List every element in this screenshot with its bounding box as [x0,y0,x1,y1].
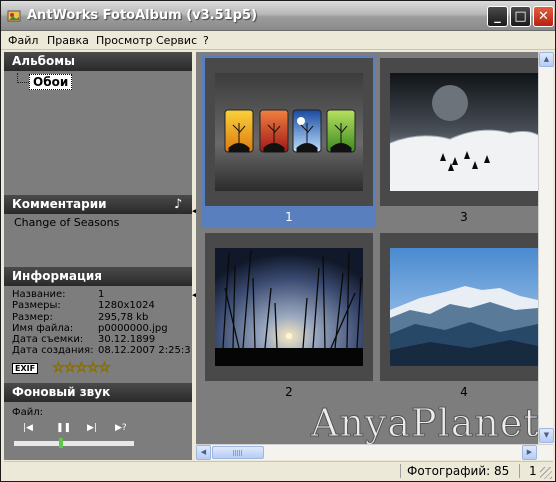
thumbnail-frame [205,233,373,381]
info-row: Размеры: 1280x1024 [12,300,192,311]
thumbnail-item[interactable]: 3 [377,55,551,227]
album-item-selected[interactable]: Обои [29,74,73,90]
menu-tools[interactable]: Сервис [156,34,197,47]
status-divider [400,464,401,478]
close-button[interactable]: ✕ [533,6,554,27]
scroll-down-icon[interactable]: ▼ [539,428,554,443]
info-row: Дата создания: 08.12.2007 2:25:3 [12,345,192,356]
thumbnail-frame [380,58,548,206]
info-label: Дата съемки: [12,334,84,346]
star-icon[interactable]: ☆ [98,360,111,377]
resize-grip-icon[interactable] [540,467,552,479]
star-icon[interactable]: ☆ [52,360,65,377]
maximize-button[interactable]: □ [510,6,531,27]
thumbnail-grid: 1 3 2 4 AnyaPlanet [196,52,553,444]
info-value: p0000000.jpg [98,322,168,334]
info-header[interactable]: Информация [4,267,192,286]
scroll-left-icon[interactable]: ◀ [196,445,211,460]
info-value: 1280x1024 [98,300,155,312]
menu-bar: Файл Правка Просмотр Сервис ? [1,32,555,50]
exif-button[interactable]: EXIF [12,363,39,374]
random-play-button[interactable]: ▶? [115,423,127,433]
info-value: 30.12.1899 [98,334,156,346]
info-value: 295,78 kb [98,311,149,323]
comment-text[interactable]: Change of Seasons [14,216,119,229]
music-note-icon[interactable]: ♪ [174,197,182,212]
menu-view[interactable]: Просмотр [96,34,152,47]
status-bar: Фотографий: 85 1 [4,461,553,480]
menu-edit[interactable]: Правка [47,34,89,47]
scroll-grip-icon [233,450,243,456]
star-icon[interactable]: ☆ [75,360,88,377]
thumbnail-item[interactable]: 4 [377,230,551,402]
info-row: Дата съемки: 30.12.1899 [12,334,192,345]
star-icon[interactable]: ☆ [86,360,99,377]
thumbnail-frame [205,58,373,206]
sound-file-label: Файл: [12,407,43,418]
watermark-text: AnyaPlanet [311,401,540,445]
photo-count: Фотографий: 85 [407,464,510,478]
star-icon[interactable]: ☆ [63,360,76,377]
info-label: Размеры: [12,300,61,312]
tree-line [17,82,29,83]
thumbnail-item[interactable]: 1 [202,55,376,227]
scroll-right-icon[interactable]: ▶ [522,445,537,460]
status-page: 1 [529,464,537,478]
thumbnail-label: 3 [460,210,468,224]
sound-seek-bar[interactable] [14,441,134,446]
albums-header[interactable]: Альбомы [4,52,192,71]
sound-seek-knob[interactable] [58,438,63,448]
comments-header[interactable]: Комментарии [4,195,192,214]
pause-button[interactable]: ❚❚ [56,423,71,433]
thumbnail-image-winter-moon [390,73,538,191]
status-divider [519,464,520,478]
thumbnail-image-seasons [215,73,363,191]
sound-header[interactable]: Фоновый звук [4,383,192,402]
minimize-button[interactable]: _ [487,6,508,27]
thumbnail-frame [380,233,548,381]
rating-stars[interactable]: ☆☆☆☆☆ [52,360,112,377]
vertical-scrollbar[interactable]: ▲ ▼ [538,52,554,444]
thumbnail-item[interactable]: 2 [202,230,376,402]
info-label: Дата создания: [12,345,94,357]
window-title: AntWorks FotoAlbum (v3.51p5) [27,8,258,23]
info-value: 1 [98,289,105,300]
thumbnail-label: 4 [460,385,468,399]
menu-help[interactable]: ? [203,34,209,47]
thumbnail-image-mountains [390,248,538,366]
player-controls: |◀ ❚❚ ▶| ▶? [18,423,138,437]
info-value: 08.12.2007 2:25:3 [98,345,191,357]
info-label: Размер: [12,311,53,323]
prev-track-button[interactable]: |◀ [23,423,33,433]
thumbnail-image-sunset-reeds [215,248,363,366]
info-label: Имя файла: [12,322,74,334]
info-label: Название: [12,289,66,300]
horizontal-scroll-thumb[interactable] [212,446,264,459]
info-row: Название: 1 [12,289,192,300]
left-panel: Альбомы Обои Комментарии ♪ Change of Sea… [4,52,192,460]
thumbnail-label: 2 [285,385,293,399]
title-bar[interactable]: AntWorks FotoAlbum (v3.51p5) _ □ ✕ [1,1,555,31]
info-table: Название: 1 Размеры: 1280x1024 Размер: 2… [12,289,192,357]
menu-file[interactable]: Файл [8,34,38,47]
info-row: Имя файла: p0000000.jpg [12,323,192,334]
thumbnail-label: 1 [285,210,293,224]
next-track-button[interactable]: ▶| [87,423,97,433]
scroll-up-icon[interactable]: ▲ [539,52,554,67]
horizontal-scrollbar[interactable]: ◀ ▶ [196,444,553,460]
app-window: AntWorks FotoAlbum (v3.51p5) _ □ ✕ Файл … [0,0,556,482]
app-icon [7,10,21,22]
info-row: Размер: 295,78 kb [12,312,192,323]
